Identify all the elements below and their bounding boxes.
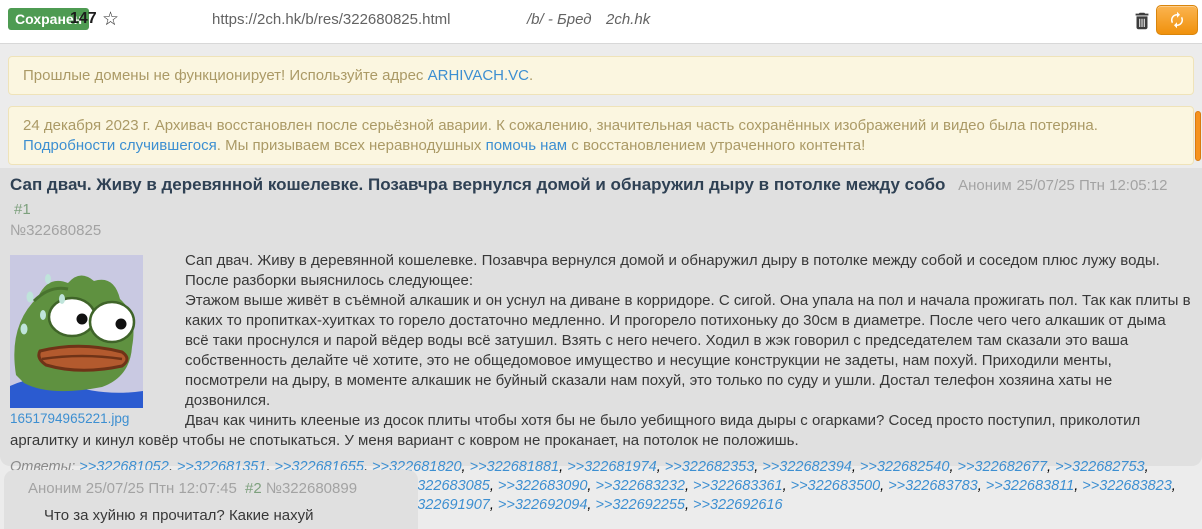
recovery-notice: 24 декабря 2023 г. Архивач восстановлен … (8, 106, 1194, 165)
trash-icon[interactable] (1131, 9, 1153, 33)
op-datetime: 25/07/25 Птн 12:05:12 (1016, 177, 1167, 194)
op-post: Сап двач. Живу в деревянной кошелевке. П… (0, 168, 1202, 466)
op-author: Аноним (958, 177, 1012, 194)
post2-index-link[interactable]: #2 (245, 480, 262, 497)
reply-link[interactable]: >>322682677 (958, 459, 1048, 475)
recovery-notice-part1: 24 декабря 2023 г. Архивач восстановлен … (23, 117, 1098, 134)
domains-notice-text: Прошлые домены не функционирует! Использ… (23, 67, 428, 84)
reply-link[interactable]: >>322692255 (595, 497, 685, 513)
site-label: 2ch.hk (606, 11, 650, 28)
board-label: /b/ - Бред (527, 11, 592, 28)
post2-datetime: 25/07/25 Птн 12:07:45 (86, 480, 237, 497)
op-index-link[interactable]: #1 (14, 201, 31, 218)
reply-link[interactable]: >>322683783 (888, 478, 978, 494)
star-outline-icon[interactable]: ☆ (102, 8, 119, 31)
reply-link[interactable]: >>322681881 (470, 459, 560, 475)
reply-link[interactable]: >>322683823 (1082, 478, 1172, 494)
op-paragraph: Этажом выше живёт в съёмной алкашик и он… (10, 291, 1192, 411)
reply-link[interactable]: >>322682394 (762, 459, 852, 475)
op-content: 1651794965221.jpg Сап двач. Живу в дерев… (10, 251, 1192, 451)
recovery-notice-part2: . Мы призываем всех неравнодушных (217, 137, 486, 154)
op-paragraph: Двач как чинить клееные из досок плиты ч… (10, 411, 1192, 451)
recovery-notice-part3: с восстановлением утраченного контента! (567, 137, 865, 154)
reply-post: Аноним 25/07/25 Птн 12:07:45 #2 №3226808… (4, 470, 418, 529)
saved-count: 147 (70, 10, 97, 28)
op-post-text: Сап двач. Живу в деревянной кошелевке. П… (10, 251, 1192, 451)
thread-title: Сап двач. Живу в деревянной кошелевке. П… (10, 175, 945, 194)
reply-link[interactable]: >>322683361 (693, 478, 783, 494)
op-title-row: Сап двач. Живу в деревянной кошелевке. П… (10, 173, 1192, 221)
refresh-button[interactable] (1156, 5, 1198, 35)
post2-text: Что за хуйню я прочитал? Какие нахуй дер… (44, 506, 394, 529)
reply-link[interactable]: >>322692616 (693, 497, 783, 513)
top-toolbar: Сохранен 147 ☆ https://2ch.hk/b/res/3226… (0, 0, 1202, 44)
reply-link[interactable]: >>322692094 (498, 497, 588, 513)
op-paragraph: Сап двач. Живу в деревянной кошелевке. П… (10, 251, 1192, 291)
image-filename-link[interactable]: 1651794965221.jpg (10, 411, 129, 426)
domains-notice-suffix: . (529, 67, 533, 84)
op-post-number: №322680825 (10, 222, 1192, 239)
post2-author: Аноним (28, 480, 82, 497)
help-us-link[interactable]: помочь нам (486, 137, 568, 154)
post2-post-number: №322680899 (266, 480, 357, 497)
reply-link[interactable]: >>322682540 (860, 459, 950, 475)
reply-link[interactable]: >>322683232 (595, 478, 685, 494)
source-url-link[interactable]: https://2ch.hk/b/res/322680825.html (212, 11, 450, 28)
op-image-figure: 1651794965221.jpg (10, 255, 143, 428)
pepe-thumbnail-image[interactable] (10, 255, 143, 408)
reply-link[interactable]: >>322682353 (665, 459, 755, 475)
reply-link[interactable]: >>322683811 (986, 478, 1074, 494)
arhivach-vc-link[interactable]: ARHIVACH.VC (428, 67, 529, 84)
refresh-icon (1168, 11, 1186, 29)
arhivach-thread-page: Сохранен 147 ☆ https://2ch.hk/b/res/3226… (0, 0, 1202, 529)
details-link[interactable]: Подробности случившегося (23, 137, 217, 154)
domains-notice: Прошлые домены не функционирует! Использ… (8, 56, 1194, 95)
reply-post-header: Аноним 25/07/25 Птн 12:07:45 #2 №3226808… (28, 480, 394, 497)
scrollbar-thumb[interactable] (1195, 111, 1201, 161)
reply-link[interactable]: >>322683090 (498, 478, 588, 494)
reply-link[interactable]: >>322682753 (1055, 459, 1145, 475)
reply-link[interactable]: >>322681974 (567, 459, 657, 475)
reply-link[interactable]: >>322683500 (791, 478, 881, 494)
